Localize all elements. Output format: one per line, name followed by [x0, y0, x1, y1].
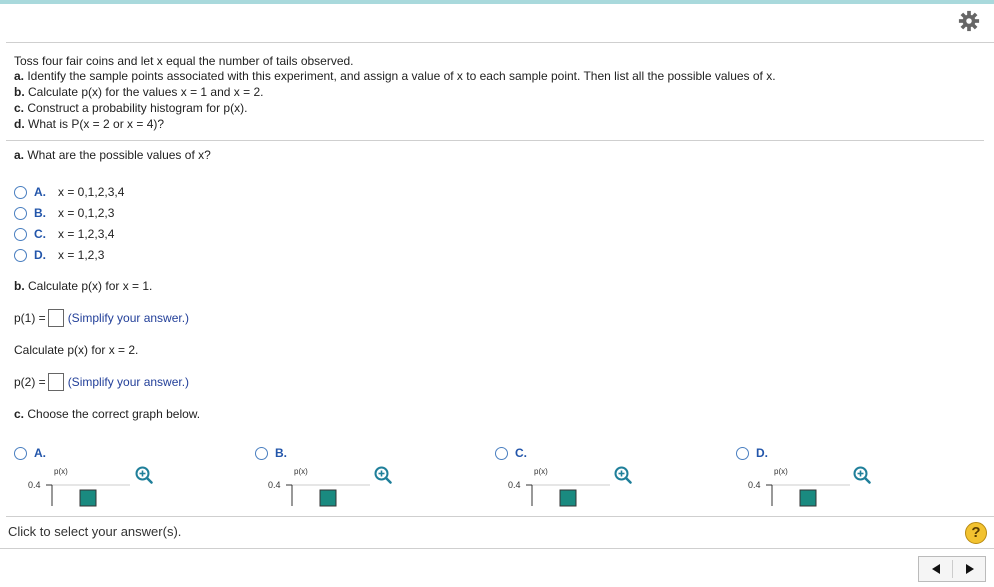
part-letter: b.: [14, 279, 25, 293]
previous-button[interactable]: [919, 557, 952, 581]
part-text: Calculate p(x) for the values x = 1 and …: [24, 85, 264, 99]
part-text: Calculate p(x) for x = 1.: [24, 279, 153, 293]
triangle-left-icon: [931, 564, 940, 574]
part-text: What are the possible values of x?: [24, 148, 211, 162]
footer-bottom-divider: [0, 548, 994, 549]
histogram-bar: [79, 489, 97, 507]
histogram-bar: [799, 489, 817, 507]
histogram-bar: [319, 489, 337, 507]
zoom-in-icon[interactable]: [614, 466, 632, 484]
option-text: x = 1,2,3,4: [58, 227, 115, 241]
y-tick-label: 0.4: [508, 480, 521, 490]
y-axis-label: p(x): [534, 467, 548, 476]
problem-intro: Toss four fair coins and let x equal the…: [14, 54, 354, 68]
graph-option-b[interactable]: B.: [255, 445, 299, 461]
radio-button[interactable]: [495, 446, 508, 460]
radio-button[interactable]: [14, 227, 27, 241]
part-text: Identify the sample points associated wi…: [24, 69, 776, 83]
y-tick-label: 0.4: [28, 480, 41, 490]
y-tick-label: 0.4: [268, 480, 281, 490]
option-letter: B.: [275, 446, 287, 460]
top-accent-bar: [0, 0, 994, 4]
help-button[interactable]: ?: [965, 522, 987, 544]
part-b-question: b. Calculate p(x) for x = 1.: [14, 279, 152, 294]
p2-label: p(2) =: [14, 375, 46, 389]
radio-button[interactable]: [14, 446, 27, 460]
part-letter: c.: [14, 407, 25, 421]
graph-option-d[interactable]: D.: [736, 445, 780, 461]
p2-input[interactable]: [47, 373, 64, 391]
part-text: Construct a probability histogram for p(…: [24, 101, 248, 115]
part-text: Choose the correct graph below.: [24, 407, 201, 421]
part-b-question-2: Calculate p(x) for x = 2.: [14, 343, 139, 357]
p1-label: p(1) =: [14, 311, 46, 325]
y-tick-label: 0.4: [748, 480, 761, 490]
option-c[interactable]: C. x = 1,2,3,4: [14, 226, 114, 242]
zoom-in-icon[interactable]: [135, 466, 153, 484]
radio-button[interactable]: [14, 248, 27, 262]
part-letter: d.: [14, 117, 25, 131]
radio-button[interactable]: [255, 446, 268, 460]
y-axis-label: p(x): [294, 467, 308, 476]
instruction-text: Click to select your answer(s).: [8, 524, 182, 539]
header-divider: [6, 42, 994, 43]
zoom-in-icon[interactable]: [374, 466, 392, 484]
part-letter: c.: [14, 101, 25, 115]
option-text: x = 0,1,2,3: [58, 206, 115, 220]
part-letter: a.: [14, 148, 25, 162]
option-a[interactable]: A. x = 0,1,2,3,4: [14, 184, 124, 200]
option-letter: A.: [34, 446, 46, 460]
option-letter: D.: [34, 248, 46, 262]
option-letter: C.: [34, 227, 46, 241]
p2-answer-row: p(2) = (Simplify your answer.): [14, 373, 189, 391]
triangle-right-icon: [965, 564, 974, 574]
option-b[interactable]: B. x = 0,1,2,3: [14, 205, 114, 221]
part-text: What is P(x = 2 or x = 4)?: [24, 117, 165, 131]
radio-button[interactable]: [736, 446, 749, 460]
problem-part-a: a. Identify the sample points associated…: [14, 69, 776, 84]
part-a-question: a. What are the possible values of x?: [14, 148, 211, 163]
y-axis-label: p(x): [774, 467, 788, 476]
radio-button[interactable]: [14, 185, 27, 199]
radio-button[interactable]: [14, 206, 27, 220]
option-text: x = 1,2,3: [58, 248, 105, 262]
p1-input[interactable]: [47, 309, 64, 327]
part-letter: b.: [14, 85, 25, 99]
next-button[interactable]: [953, 557, 986, 581]
option-text: x = 0,1,2,3,4: [58, 185, 125, 199]
option-letter: A.: [34, 185, 46, 199]
option-letter: C.: [515, 446, 527, 460]
y-axis-label: p(x): [54, 467, 68, 476]
problem-part-d: d. What is P(x = 2 or x = 4)?: [14, 117, 164, 132]
footer-top-divider: [6, 516, 994, 517]
option-letter: D.: [756, 446, 768, 460]
zoom-in-icon[interactable]: [853, 466, 871, 484]
problem-divider: [6, 140, 984, 141]
histogram-bar: [559, 489, 577, 507]
graph-option-c[interactable]: C.: [495, 445, 539, 461]
part-c-question: c. Choose the correct graph below.: [14, 407, 200, 422]
graph-option-a[interactable]: A.: [14, 445, 58, 461]
p1-answer-row: p(1) = (Simplify your answer.): [14, 309, 189, 327]
part-letter: a.: [14, 69, 25, 83]
problem-part-b: b. Calculate p(x) for the values x = 1 a…: [14, 85, 263, 100]
problem-part-c: c. Construct a probability histogram for…: [14, 101, 247, 116]
simplify-hint: (Simplify your answer.): [67, 311, 190, 325]
option-d[interactable]: D. x = 1,2,3: [14, 247, 104, 263]
simplify-hint: (Simplify your answer.): [67, 375, 190, 389]
option-letter: B.: [34, 206, 46, 220]
gear-icon[interactable]: [958, 10, 980, 32]
question-nav: [918, 556, 986, 582]
